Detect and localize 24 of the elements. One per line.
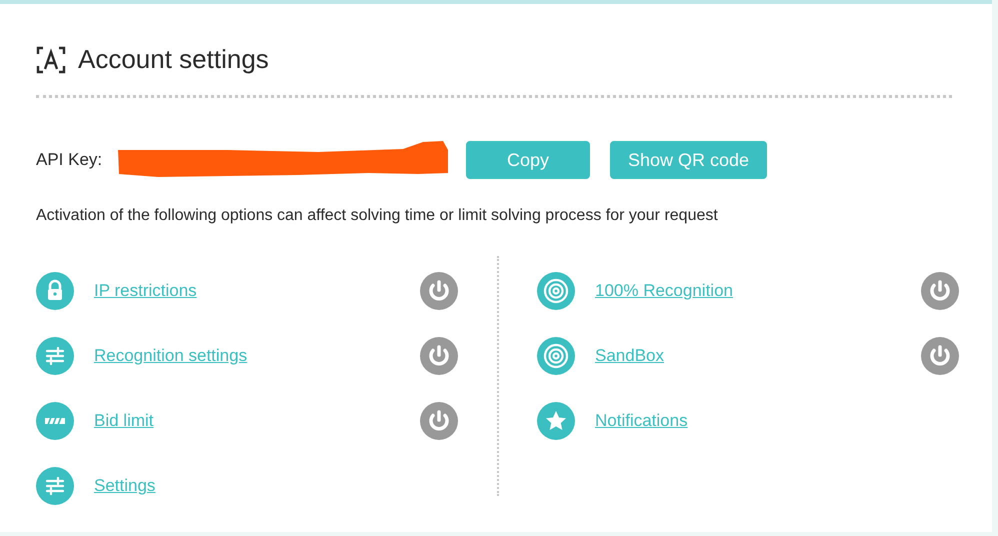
- option-link[interactable]: IP restrictions: [94, 278, 197, 304]
- option-link[interactable]: Notifications: [595, 408, 688, 434]
- action-button[interactable]: Copy: [466, 141, 590, 179]
- striped-bar-icon: [36, 402, 74, 440]
- option-link[interactable]: SandBox: [595, 343, 664, 369]
- sliders-icon: [36, 337, 74, 375]
- power-toggle[interactable]: [921, 272, 959, 310]
- text-frame-icon: [36, 46, 66, 74]
- notice-text: Activation of the following options can affect solving time or limit solving process for your request: [36, 206, 719, 226]
- sliders-icon: [36, 467, 74, 505]
- power-toggle[interactable]: [420, 337, 458, 375]
- option-link[interactable]: Settings: [94, 473, 156, 499]
- api-key-label: API Key:: [36, 149, 104, 172]
- action-button[interactable]: Show QR code: [610, 141, 768, 179]
- target-icon: [537, 272, 575, 310]
- option-link[interactable]: 100% Recognition: [595, 278, 733, 304]
- target-icon: [537, 337, 575, 375]
- power-toggle[interactable]: [921, 337, 959, 375]
- option-link[interactable]: Recognition settings: [94, 343, 248, 369]
- option-link[interactable]: Bid limit: [94, 408, 154, 434]
- power-toggle[interactable]: [420, 272, 458, 310]
- power-toggle[interactable]: [420, 402, 458, 440]
- page-title: Account settings: [78, 43, 269, 76]
- lock-icon: [36, 272, 74, 310]
